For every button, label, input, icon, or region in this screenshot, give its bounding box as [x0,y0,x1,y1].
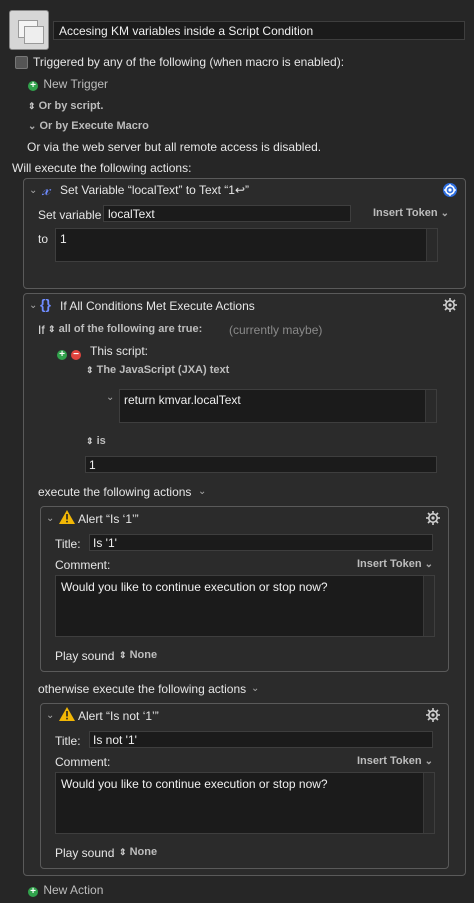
script-chevron-icon[interactable]: ⌄ [106,392,114,403]
add-icon: + [28,81,38,91]
add-icon: + [28,887,38,897]
comment-label: Comment: [55,558,111,572]
remove-icon: − [71,350,81,360]
web-server-note: Or via the web server but all remote acc… [27,140,322,154]
value-text: 1 [60,232,67,246]
warning-icon [59,707,75,721]
title-label: Title: [55,537,81,551]
chevron-down-icon: ⌄ [424,559,434,570]
add-condition-button[interactable]: + [57,346,67,360]
new-action-button[interactable]: + New Action [28,883,103,897]
if-label: If [38,323,45,337]
by-execute-macro-disclosure[interactable]: ⌄ Or by Execute Macro [28,120,149,132]
play-sound-value: None [129,846,158,858]
collapse-chevron-icon[interactable]: ⌄ [29,300,37,311]
comment-text: Would you like to continue execution or … [61,777,328,791]
all-following-popup[interactable]: ⇕ all of the following are true: [48,323,202,335]
script-textarea[interactable]: return kmvar.localText [119,389,437,423]
is-value-field[interactable]: 1 [85,456,437,473]
collapse-chevron-icon[interactable]: ⌄ [46,513,54,524]
collapse-chevron-icon[interactable]: ⌄ [46,710,54,721]
chevron-down-icon: ⌄ [424,756,434,767]
action-title: If All Conditions Met Execute Actions [60,299,255,313]
otherwise-actions-label: otherwise execute the following actions [38,682,247,696]
gear-icon[interactable] [425,510,441,526]
execute-chevron-icon[interactable]: ⌄ [198,486,206,497]
otherwise-chevron-icon[interactable]: ⌄ [251,683,259,694]
title-label: Title: [55,734,81,748]
chevron-down-icon: ⌄ [28,121,37,132]
by-script-label: Or by script. [38,100,104,112]
scrollbar[interactable] [426,229,437,261]
scrollbar[interactable] [423,576,434,636]
script-type-label: The JavaScript (JXA) text [96,364,230,376]
set-variable-label: Set variable [38,208,102,222]
updown-icon: ⇕ [86,365,94,375]
play-sound-label: Play sound [55,846,115,860]
updown-icon: ⇕ [28,101,36,111]
insert-token-button[interactable]: Insert Token ⌄ [357,755,433,767]
play-sound-value: None [129,649,158,661]
braces-icon: {} [40,296,51,312]
insert-token-label: Insert Token [357,558,422,570]
add-icon: + [57,350,67,360]
trigger-heading: Triggered by any of the following (when … [33,55,345,69]
play-sound-popup[interactable]: ⇕ None [119,649,157,661]
insert-token-label: Insert Token [357,755,422,767]
action-alert-is-1[interactable]: ⌄ Alert “Is ‘1’” Title: Is '1' Comment: … [40,506,449,672]
comment-textarea[interactable]: Would you like to continue execution or … [55,772,435,834]
scrollbar[interactable] [423,773,434,833]
action-title: Set Variable “localText” to Text “1↩” [60,183,250,197]
alert-title: Alert “Is ‘1’” [78,512,139,526]
gear-icon[interactable] [425,707,441,723]
chevron-down-icon: ⌄ [440,208,450,219]
macro-icon[interactable] [9,10,49,50]
insert-token-button[interactable]: Insert Token ⌄ [357,558,433,570]
script-type-popup[interactable]: ⇕ The JavaScript (JXA) text [86,364,229,376]
by-script-popup[interactable]: ⇕ Or by script. [28,100,103,112]
insert-token-label: Insert Token [373,207,438,219]
collapse-chevron-icon[interactable]: ⌄ [29,185,37,196]
comment-text: Would you like to continue execution or … [61,580,328,594]
gear-icon[interactable] [442,297,458,313]
alert-title: Alert “Is not ‘1’” [78,709,159,723]
new-trigger-label: New Trigger [43,77,109,91]
insert-token-button[interactable]: Insert Token ⌄ [373,207,449,219]
play-sound-popup[interactable]: ⇕ None [119,846,157,858]
action-set-variable[interactable]: ⌄ 𝓍 Set Variable “localText” to Text “1↩… [23,178,466,289]
currently-status: (currently maybe) [229,323,323,337]
will-execute-heading: Will execute the following actions: [12,161,192,175]
variable-name-field[interactable]: localText [103,205,351,222]
gear-icon[interactable] [442,182,458,198]
variable-x-icon: 𝓍 [42,180,51,200]
by-execute-macro-label: Or by Execute Macro [39,120,149,132]
is-label: is [96,435,106,447]
comment-label: Comment: [55,755,111,769]
is-popup[interactable]: ⇕ is [86,435,106,447]
script-text: return kmvar.localText [124,393,241,407]
warning-icon [59,510,75,524]
action-if-all-conditions[interactable]: ⌄ {} If All Conditions Met Execute Actio… [23,293,466,876]
play-sound-label: Play sound [55,649,115,663]
title-field[interactable]: Is not '1' [89,731,433,748]
value-textarea[interactable]: 1 [55,228,438,262]
all-following-label: all of the following are true: [58,323,203,335]
updown-icon: ⇕ [119,650,127,660]
remove-condition-button[interactable]: − [71,346,81,360]
scrollbar[interactable] [425,390,436,422]
updown-icon: ⇕ [48,324,56,334]
macro-name-field[interactable]: Accesing KM variables inside a Script Co… [53,21,465,40]
updown-icon: ⇕ [86,436,94,446]
to-label: to [38,232,49,246]
comment-textarea[interactable]: Would you like to continue execution or … [55,575,435,637]
title-field[interactable]: Is '1' [89,534,433,551]
new-action-label: New Action [43,883,104,897]
execute-actions-label: execute the following actions [38,485,192,499]
updown-icon: ⇕ [119,847,127,857]
trigger-checkbox[interactable] [15,56,28,69]
this-script-label: This script: [90,344,149,358]
new-trigger-button[interactable]: + New Trigger [28,77,108,91]
action-alert-is-not-1[interactable]: ⌄ Alert “Is not ‘1’” Title: Is not '1' C… [40,703,449,869]
